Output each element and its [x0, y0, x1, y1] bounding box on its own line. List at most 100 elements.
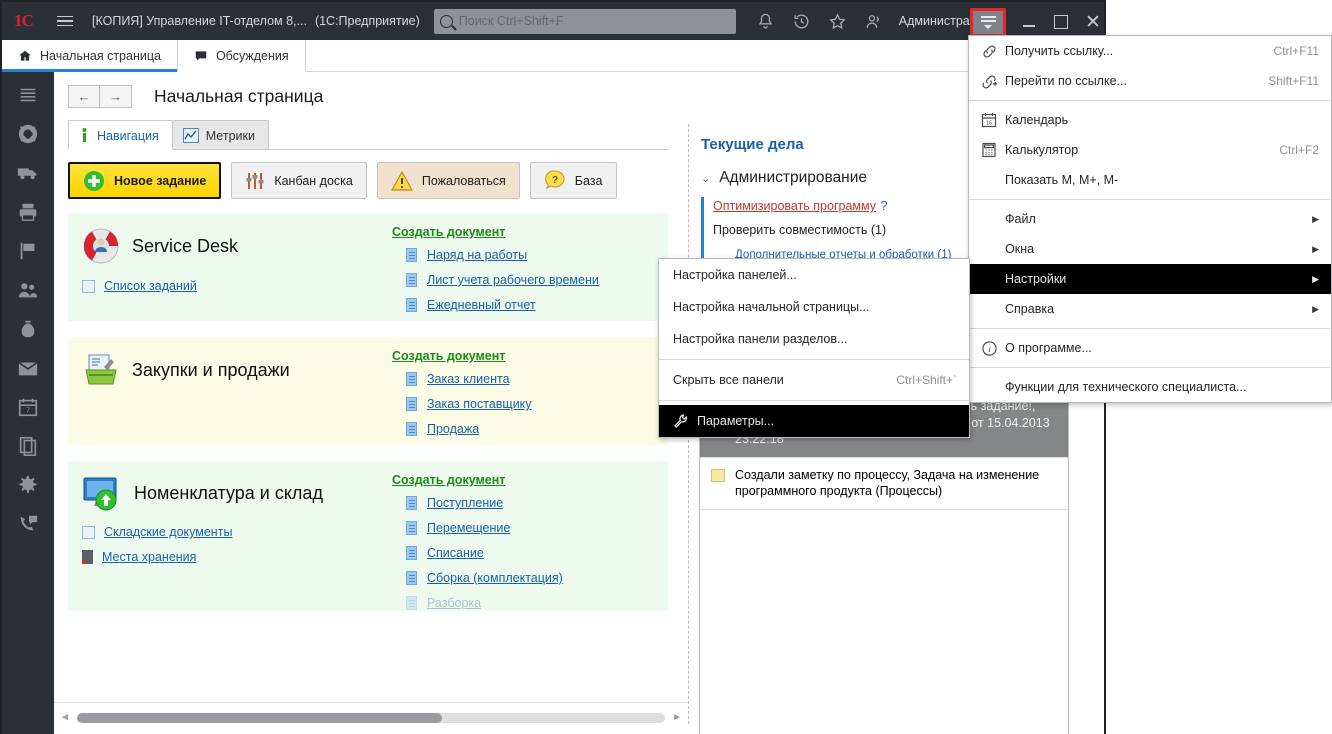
sidebar-item-servicedesk[interactable]	[14, 119, 42, 149]
sidebar-item-delivery[interactable]	[14, 158, 42, 188]
users-icon[interactable]	[864, 12, 883, 31]
sidebar-item-finance[interactable]	[14, 314, 42, 344]
knowledge-base-button[interactable]: ? База	[530, 162, 617, 199]
document-item[interactable]: Списание	[406, 546, 668, 560]
document-item[interactable]: Заказ поставщику	[406, 397, 668, 411]
back-button[interactable]: ←	[68, 85, 100, 108]
history-icon[interactable]	[792, 12, 811, 31]
card-link[interactable]: Места хранения	[82, 550, 378, 564]
card-link-label[interactable]: Складские документы	[104, 525, 232, 539]
document-icon	[406, 422, 417, 436]
sidebar-item-print[interactable]	[14, 197, 42, 227]
card-link[interactable]: Список заданий	[82, 279, 378, 293]
card-link-label[interactable]: Места хранения	[102, 550, 196, 564]
document-label[interactable]: Наряд на работы	[427, 248, 527, 262]
sidebar-item-settings[interactable]	[14, 470, 42, 500]
sidebar-item-documents[interactable]	[14, 431, 42, 461]
forward-button[interactable]: →	[100, 85, 132, 108]
menu-item-settings[interactable]: Настройки ▶	[969, 264, 1331, 294]
menu-item-calendar[interactable]: 16 Календарь	[969, 105, 1331, 135]
document-label[interactable]: Заказ клиента	[427, 372, 510, 386]
sidebar-item-list[interactable]	[14, 80, 42, 110]
tab-metrics[interactable]: Метрики	[172, 120, 269, 149]
document-label[interactable]: Продажа	[427, 422, 479, 436]
menu-item-windows[interactable]: Окна ▶	[969, 234, 1331, 264]
svg-text:?: ?	[552, 175, 558, 186]
document-label[interactable]: Сборка (комплектация)	[427, 571, 563, 585]
document-label[interactable]: Лист учета рабочего времени	[427, 273, 599, 287]
maximize-button[interactable]	[1047, 10, 1075, 34]
menu-item-label: Показать M, M+, M-	[1005, 173, 1319, 187]
sidebar-item-staff[interactable]	[14, 275, 42, 305]
document-icon	[406, 571, 417, 585]
sidebar-item-communications[interactable]	[14, 509, 42, 539]
create-document-header[interactable]: Создать документ	[392, 225, 668, 239]
document-item[interactable]: Разборка	[406, 596, 668, 610]
menu-item-homepage-settings[interactable]: Настройка начальной страницы...	[659, 291, 969, 323]
close-button[interactable]: ✕	[1079, 10, 1107, 34]
document-item[interactable]: Перемещение	[406, 521, 668, 535]
scroll-right-icon[interactable]: ►	[672, 712, 682, 723]
document-label[interactable]: Заказ поставщику	[427, 397, 532, 411]
chevron-down-icon[interactable]: ⌄	[701, 172, 710, 185]
document-label[interactable]: Разборка	[427, 596, 481, 610]
tab-home[interactable]: Начальная страница	[2, 40, 178, 72]
document-item[interactable]: Ежедневный отчет	[406, 298, 668, 312]
sidebar-item-calendar[interactable]: 7	[14, 392, 42, 422]
bell-icon[interactable]	[756, 12, 775, 31]
menu-item-show-memory[interactable]: Показать M, M+, M-	[969, 165, 1331, 195]
basket-icon	[82, 351, 120, 389]
sidebar-item-mail[interactable]	[14, 353, 42, 383]
document-label[interactable]: Поступление	[427, 496, 503, 510]
document-item[interactable]: Продажа	[406, 422, 668, 436]
horizontal-scrollbar[interactable]: ◄ ►	[54, 702, 688, 732]
complain-button[interactable]: Пожаловаться	[377, 162, 520, 199]
search-box[interactable]	[434, 9, 736, 34]
menu-item-goto-link[interactable]: Перейти по ссылке... Shift+F11	[969, 66, 1331, 96]
minimize-button[interactable]	[1015, 10, 1043, 34]
document-item[interactable]: Заказ клиента	[406, 372, 668, 386]
document-item[interactable]: Лист учета рабочего времени	[406, 273, 668, 287]
card-link-label[interactable]: Список заданий	[104, 279, 197, 293]
star-icon[interactable]	[828, 12, 847, 31]
card-title-row: Номенклатура и склад	[82, 475, 378, 511]
scroll-track[interactable]	[77, 713, 665, 723]
scroll-thumb[interactable]	[77, 713, 442, 723]
menu-item-parameters[interactable]: Параметры...	[659, 405, 969, 437]
menu-item-hide-all-panels[interactable]: Скрыть все панели Ctrl+Shift+`	[659, 364, 969, 396]
document-label[interactable]: Списание	[427, 546, 484, 560]
search-input[interactable]	[459, 14, 709, 28]
menu-item-get-link[interactable]: Получить ссылку... Ctrl+F11	[969, 36, 1331, 66]
create-document-header[interactable]: Создать документ	[392, 349, 668, 363]
document-label[interactable]: Перемещение	[427, 521, 510, 535]
document-item[interactable]: Наряд на работы	[406, 248, 668, 262]
menu-item-label: Настройка панелей...	[673, 268, 957, 282]
card-left: Service Desk Список заданий	[68, 213, 378, 321]
help-icon[interactable]: ?	[880, 199, 887, 213]
tab-navigation[interactable]: Навигация	[68, 120, 173, 150]
document-item[interactable]: Поступление	[406, 496, 668, 510]
menu-item-section-panel-settings[interactable]: Настройка панели разделов...	[659, 323, 969, 355]
kanban-button[interactable]: Канбан доска	[231, 162, 367, 199]
menu-item-help[interactable]: Справка ▶	[969, 294, 1331, 324]
menu-item-about[interactable]: i О программе...	[969, 333, 1331, 363]
new-task-button[interactable]: Новое задание	[68, 162, 221, 199]
create-document-header[interactable]: Создать документ	[392, 473, 668, 487]
hamburger-icon[interactable]	[52, 16, 78, 27]
menu-item-tech-functions[interactable]: Функции для технического специалиста...	[969, 372, 1331, 402]
menu-item-calculator[interactable]: Калькулятор Ctrl+F2	[969, 135, 1331, 165]
sidebar-item-projects[interactable]	[14, 236, 42, 266]
scroll-left-icon[interactable]: ◄	[60, 712, 70, 723]
notification-item[interactable]: Создали заметку по процессу, Задача на и…	[700, 458, 1068, 510]
menu-item-label: О программе...	[1005, 341, 1319, 355]
card-link[interactable]: Складские документы	[82, 525, 378, 539]
tab-discussions[interactable]: Обсуждения	[178, 40, 306, 72]
home-icon	[18, 49, 32, 63]
menu-item-panel-settings[interactable]: Настройка панелей...	[659, 259, 969, 291]
main-menu-button[interactable]	[973, 11, 1003, 34]
document-label[interactable]: Ежедневный отчет	[427, 298, 536, 312]
menu-item-file[interactable]: Файл ▶	[969, 204, 1331, 234]
task-label[interactable]: Оптимизировать программу	[713, 199, 876, 213]
document-item[interactable]: Сборка (комплектация)	[406, 571, 668, 585]
kanban-icon	[245, 171, 265, 191]
